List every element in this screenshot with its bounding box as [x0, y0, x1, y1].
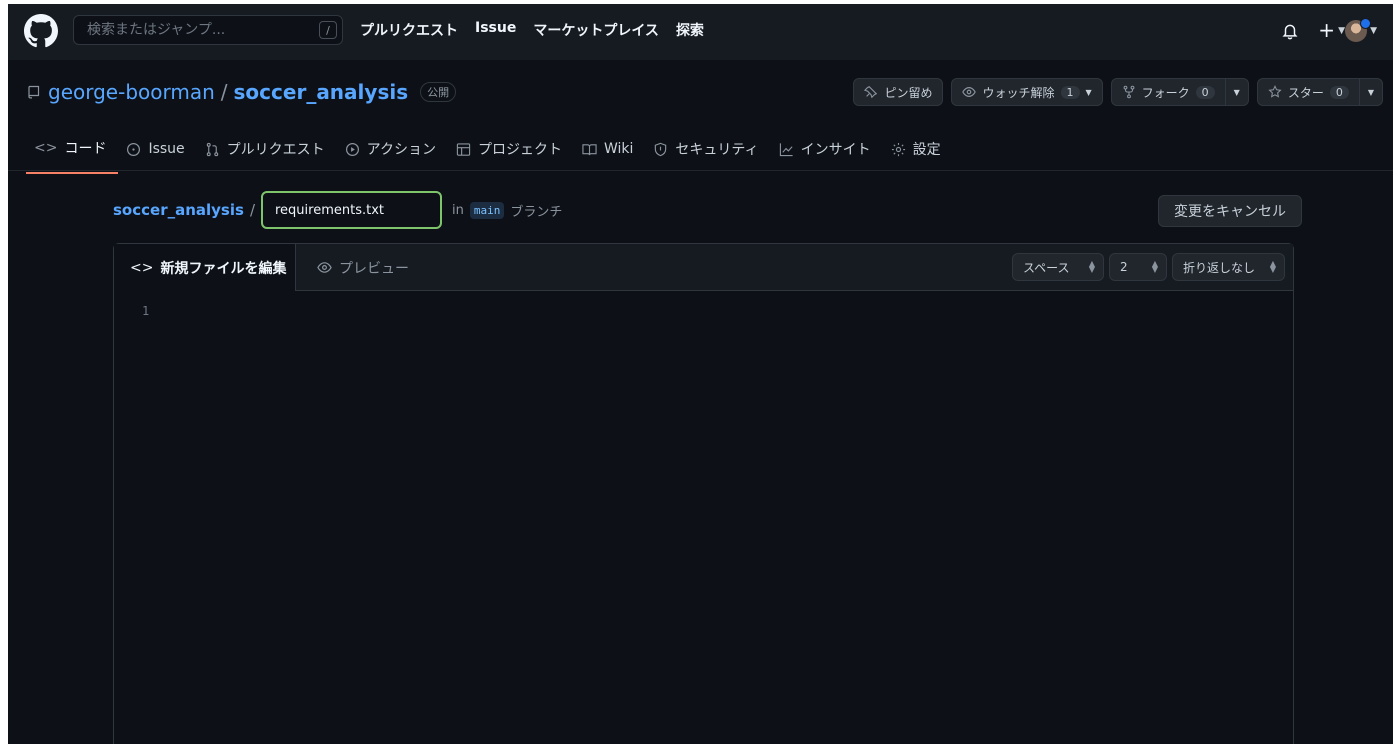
- nav-pull-requests[interactable]: プルリクエスト: [360, 20, 458, 40]
- filename-input[interactable]: [261, 191, 442, 229]
- tab-code-label: コード: [64, 141, 107, 157]
- branch-suffix-label: ブランチ: [510, 204, 563, 220]
- pin-label: ピン留め: [884, 85, 933, 100]
- repo-title: george-boorman / soccer_analysis 公開: [26, 80, 457, 104]
- code-icon: <>: [34, 140, 58, 156]
- tab-security-label: セキュリティ: [675, 142, 759, 158]
- breadcrumb-separator: /: [249, 201, 255, 219]
- tab-projects[interactable]: プロジェクト: [448, 134, 574, 174]
- repo-owner-link[interactable]: george-boorman: [48, 80, 215, 104]
- tab-issues[interactable]: Issue: [118, 134, 196, 174]
- indent-mode-select[interactable]: スペース ▲ ▼: [1012, 253, 1104, 281]
- file-editor: <> 新規ファイルを編集 プレビュー スペース ▲ ▼ 2 ▲ ▼ 折り返しなし ▲…: [113, 243, 1294, 744]
- tab-issues-label: Issue: [148, 141, 185, 157]
- star-chevron-down-icon: ▼: [1367, 87, 1374, 97]
- indent-mode-value: スペース: [1023, 260, 1070, 275]
- tab-projects-label: プロジェクト: [477, 142, 562, 158]
- gear-icon: [891, 142, 905, 156]
- tab-wiki[interactable]: Wiki: [574, 134, 645, 174]
- shield-icon: [655, 142, 667, 156]
- pin-button[interactable]: ピン留め: [853, 78, 944, 106]
- book-icon: [582, 143, 597, 155]
- in-label: in: [452, 202, 464, 218]
- tab-code[interactable]: <> コード: [26, 134, 119, 174]
- nav-explore[interactable]: 探索: [676, 20, 704, 40]
- tab-actions-label: アクション: [366, 142, 436, 158]
- search-shortcut-key: /: [319, 21, 337, 39]
- watch-chevron-down-icon[interactable]: ▼: [1086, 88, 1092, 97]
- star-icon: [1268, 85, 1282, 98]
- fork-button[interactable]: フォーク 0 ▼: [1110, 78, 1249, 106]
- nav-marketplace[interactable]: マーケットプレイス: [533, 20, 659, 40]
- tab-settings[interactable]: 設定: [883, 134, 953, 174]
- breadcrumb-repo-link[interactable]: soccer_analysis: [113, 201, 244, 219]
- code-icon: <>: [130, 259, 154, 276]
- nav-issues[interactable]: Issue: [475, 20, 516, 40]
- fork-dropdown[interactable]: ▼: [1224, 79, 1248, 105]
- star-count: 0: [1329, 85, 1349, 99]
- watch-button[interactable]: ウォッチ解除 1 ▼: [951, 78, 1103, 106]
- bell-icon[interactable]: [1281, 22, 1299, 40]
- tab-edit-file[interactable]: <> 新規ファイルを編集: [114, 244, 296, 291]
- indent-size-value: 2: [1120, 260, 1128, 274]
- search-input[interactable]: [85, 21, 309, 39]
- star-button[interactable]: スター 0 ▼: [1256, 78, 1383, 106]
- pull-request-icon: [206, 142, 218, 156]
- visibility-badge: 公開: [420, 82, 457, 102]
- tab-edit-file-label: 新規ファイルを編集: [160, 260, 287, 277]
- select-arrows-icon: ▲ ▼: [1269, 259, 1276, 274]
- global-nav: プルリクエスト Issue マーケットプレイス 探索: [360, 20, 704, 40]
- repo-tabs: <> コード Issue プルリクエスト アクション プロジェクト Wiki セ…: [26, 134, 953, 174]
- tab-pull-requests[interactable]: プルリクエスト: [197, 134, 337, 174]
- repo-icon: [28, 85, 40, 99]
- file-path-row: soccer_analysis / in main ブランチ: [113, 191, 562, 229]
- star-label: スター: [1287, 85, 1324, 100]
- repo-actions: ピン留め ウォッチ解除 1 ▼ フォーク 0 ▼ スター 0 ▼: [853, 78, 1383, 106]
- tabs-divider: [8, 170, 1393, 171]
- fork-label: フォーク: [1141, 85, 1190, 100]
- tab-wiki-label: Wiki: [603, 141, 634, 157]
- star-dropdown[interactable]: ▼: [1358, 79, 1382, 105]
- indent-size-select[interactable]: 2 ▲ ▼: [1109, 253, 1167, 281]
- editor-toolbar: <> 新規ファイルを編集 プレビュー スペース ▲ ▼ 2 ▲ ▼ 折り返しなし ▲…: [114, 244, 1293, 291]
- repo-name-link[interactable]: soccer_analysis: [234, 80, 409, 104]
- fork-count: 0: [1195, 85, 1215, 99]
- editor-options: スペース ▲ ▼ 2 ▲ ▼ 折り返しなし ▲ ▼: [1012, 253, 1285, 281]
- graph-icon: [779, 142, 793, 156]
- fork-chevron-down-icon: ▼: [1233, 87, 1240, 97]
- fork-icon: [1123, 85, 1135, 99]
- pin-icon: [864, 86, 878, 99]
- watch-count: 1: [1060, 85, 1080, 99]
- play-icon: [345, 142, 359, 156]
- wrap-mode-value: 折り返しなし: [1183, 260, 1256, 275]
- github-window: / プルリクエスト Issue マーケットプレイス 探索 + ▼ ▼ georg…: [8, 4, 1393, 744]
- github-logo-icon[interactable]: [24, 14, 58, 48]
- cancel-changes-button[interactable]: 変更をキャンセル: [1158, 195, 1302, 227]
- table-icon: [456, 142, 471, 156]
- create-new-chevron-down-icon: ▼: [1338, 26, 1345, 36]
- avatar-chevron-down-icon: ▼: [1370, 26, 1377, 36]
- search-box[interactable]: /: [73, 15, 343, 45]
- select-arrows-icon: ▲ ▼: [1088, 259, 1095, 274]
- issue-icon: [127, 142, 141, 156]
- branch-name: main: [469, 201, 505, 219]
- create-new-button[interactable]: +: [1318, 18, 1335, 42]
- tab-preview-label: プレビュー: [339, 260, 409, 277]
- wrap-mode-select[interactable]: 折り返しなし ▲ ▼: [1172, 253, 1285, 281]
- tab-security[interactable]: セキュリティ: [645, 134, 770, 174]
- tab-pull-requests-label: プルリクエスト: [226, 142, 325, 158]
- line-number: 1: [142, 304, 150, 318]
- tab-settings-label: 設定: [912, 142, 941, 158]
- global-header: / プルリクエスト Issue マーケットプレイス 探索 + ▼ ▼: [8, 4, 1393, 60]
- watch-label: ウォッチ解除: [982, 85, 1055, 100]
- tab-preview[interactable]: プレビュー: [317, 244, 409, 291]
- select-arrows-icon: ▲ ▼: [1151, 259, 1158, 274]
- tab-insights-label: インサイト: [800, 142, 871, 158]
- tab-actions[interactable]: アクション: [337, 134, 448, 174]
- repo-path-separator: /: [220, 80, 228, 104]
- eye-icon: [962, 87, 977, 97]
- eye-icon: [317, 262, 332, 273]
- tab-insights[interactable]: インサイト: [771, 134, 883, 174]
